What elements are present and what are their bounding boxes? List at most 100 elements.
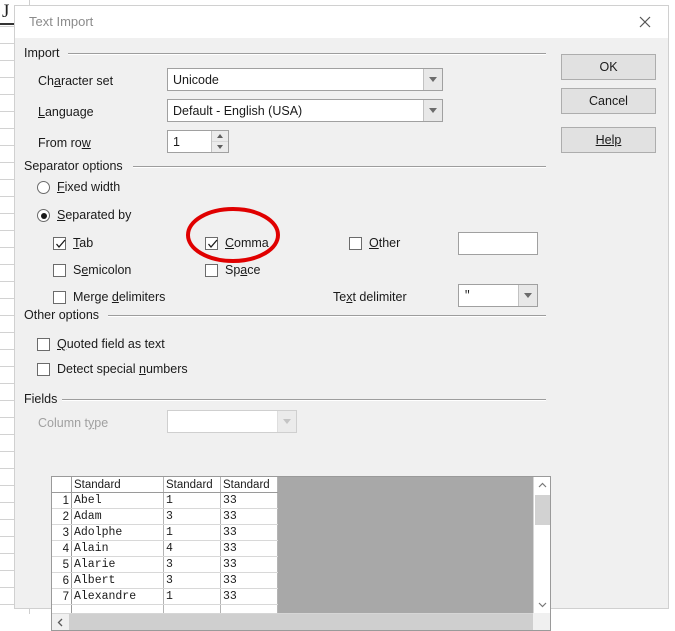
table-row[interactable]: 2 Adam 3 33 (52, 508, 278, 525)
other-checkbox[interactable] (349, 237, 362, 250)
column-type-label: Column type (38, 416, 109, 430)
table-row[interactable]: 5 Alarie 3 33 (52, 556, 278, 573)
close-icon[interactable] (622, 6, 668, 37)
table-cell: 33 (220, 572, 278, 589)
table-cell: Alain (71, 540, 164, 557)
table-cell: 33 (220, 540, 278, 557)
help-button-label: Help (595, 133, 622, 147)
table-cell: 4 (163, 540, 221, 557)
dialog-body: OK Cancel Help Import Character set Unic… (15, 38, 668, 631)
table-row[interactable]: 7 Alexandre 1 33 (52, 588, 278, 605)
row-number: 7 (52, 588, 72, 605)
language-combo[interactable]: Default - English (USA) (167, 99, 443, 122)
table-cell: Adam (71, 508, 164, 525)
column-header[interactable]: Standard (163, 477, 221, 493)
table-cell: 33 (220, 588, 278, 605)
preview-horizontal-scrollbar[interactable] (52, 613, 533, 630)
table-cell: Albert (71, 572, 164, 589)
character-set-label: Character set (38, 74, 114, 88)
tab-label: Tab (73, 236, 94, 250)
fixed-width-label: Fixed width (57, 180, 121, 194)
separator-group-legend: Separator options (24, 159, 128, 173)
character-set-combo[interactable]: Unicode (167, 68, 443, 91)
table-cell: 3 (163, 572, 221, 589)
table-row[interactable]: 6 Albert 3 33 (52, 572, 278, 589)
language-value: Default - English (USA) (173, 103, 303, 118)
scrollbar-corner (533, 613, 550, 630)
vertical-scroll-thumb[interactable] (535, 495, 550, 525)
language-label: Language (38, 105, 94, 119)
help-button[interactable]: Help (561, 127, 656, 153)
from-row-value: 1 (173, 134, 180, 149)
character-set-value: Unicode (173, 72, 219, 87)
merge-delimiters-checkbox[interactable] (53, 291, 66, 304)
dialog-titlebar: Text Import (15, 6, 668, 39)
table-row[interactable]: 3 Adolphe 1 33 (52, 524, 278, 541)
semicolon-label: Semicolon (73, 263, 132, 277)
table-body: 1 Abel 1 33 2 Adam 3 33 3 Adolphe 1 33 4 Alain 4 33 5 Ala… (52, 492, 278, 621)
table-cell: 33 (220, 508, 278, 525)
chevron-down-icon[interactable] (423, 100, 442, 121)
table-cell: 33 (220, 556, 278, 573)
dialog-title: Text Import (29, 14, 94, 29)
table-cell: Adolphe (71, 524, 164, 541)
row-number: 2 (52, 508, 72, 525)
table-cell: 33 (220, 524, 278, 541)
other-separator-input[interactable] (458, 232, 538, 255)
table-header-row: Standard Standard Standard (52, 477, 278, 493)
chevron-down-icon[interactable] (518, 285, 537, 306)
row-number: 6 (52, 572, 72, 589)
separated-by-radio[interactable] (37, 209, 50, 222)
text-delimiter-value: " (464, 289, 471, 302)
ok-button[interactable]: OK (561, 54, 656, 80)
data-preview-table: Standard Standard Standard 1 Abel 1 33 2 Adam… (52, 477, 278, 621)
comma-label: Comma (225, 236, 269, 250)
scroll-down-icon[interactable] (534, 596, 550, 613)
merge-delimiters-label: Merge delimiters (73, 290, 166, 304)
semicolon-checkbox[interactable] (53, 264, 66, 277)
table-cell: 33 (220, 492, 278, 509)
quoted-field-as-text-label: Quoted field as text (57, 337, 165, 351)
preview-vertical-scrollbar[interactable] (533, 477, 550, 613)
row-number: 3 (52, 524, 72, 541)
chevron-down-icon[interactable] (423, 69, 442, 90)
corner-cell (52, 477, 72, 493)
tab-checkbox[interactable] (53, 237, 66, 250)
table-cell: 3 (163, 508, 221, 525)
cancel-button[interactable]: Cancel (561, 88, 656, 114)
from-row-label: From row (38, 136, 91, 150)
other-options-rule-shadow (108, 316, 546, 317)
detect-special-numbers-checkbox[interactable] (37, 363, 50, 376)
stepper-down-icon[interactable] (212, 142, 228, 152)
table-cell: Abel (71, 492, 164, 509)
data-preview-panel[interactable]: Standard Standard Standard 1 Abel 1 33 2 Adam… (51, 476, 551, 631)
other-options-group-legend: Other options (24, 308, 105, 322)
space-checkbox[interactable] (205, 264, 218, 277)
column-header[interactable]: Standard (220, 477, 278, 493)
chevron-down-icon[interactable] (277, 411, 296, 432)
table-cell: 1 (163, 524, 221, 541)
from-row-stepper[interactable]: 1 (167, 130, 229, 153)
fixed-width-radio[interactable] (37, 181, 50, 194)
quoted-field-as-text-checkbox[interactable] (37, 338, 50, 351)
column-header[interactable]: Standard (71, 477, 164, 493)
stepper-up-icon[interactable] (212, 131, 228, 142)
fields-rule-shadow (62, 400, 546, 401)
column-type-combo[interactable] (167, 410, 297, 433)
background-cell-text: J (2, 1, 10, 22)
row-number: 1 (52, 492, 72, 509)
comma-checkbox[interactable] (205, 237, 218, 250)
table-cell: 1 (163, 588, 221, 605)
text-delimiter-combo[interactable]: " (458, 284, 538, 307)
scroll-up-icon[interactable] (534, 477, 550, 494)
table-cell: 3 (163, 556, 221, 573)
table-cell: 1 (163, 492, 221, 509)
scroll-left-icon[interactable] (52, 614, 69, 630)
table-row[interactable]: 4 Alain 4 33 (52, 540, 278, 557)
row-number: 5 (52, 556, 72, 573)
table-row[interactable]: 1 Abel 1 33 (52, 492, 278, 509)
separated-by-label: Separated by (57, 208, 132, 222)
fields-group-legend: Fields (24, 392, 63, 406)
separator-group-rule-shadow (133, 167, 546, 168)
text-import-dialog: Text Import OK Cancel Help Import Charac… (14, 5, 669, 631)
